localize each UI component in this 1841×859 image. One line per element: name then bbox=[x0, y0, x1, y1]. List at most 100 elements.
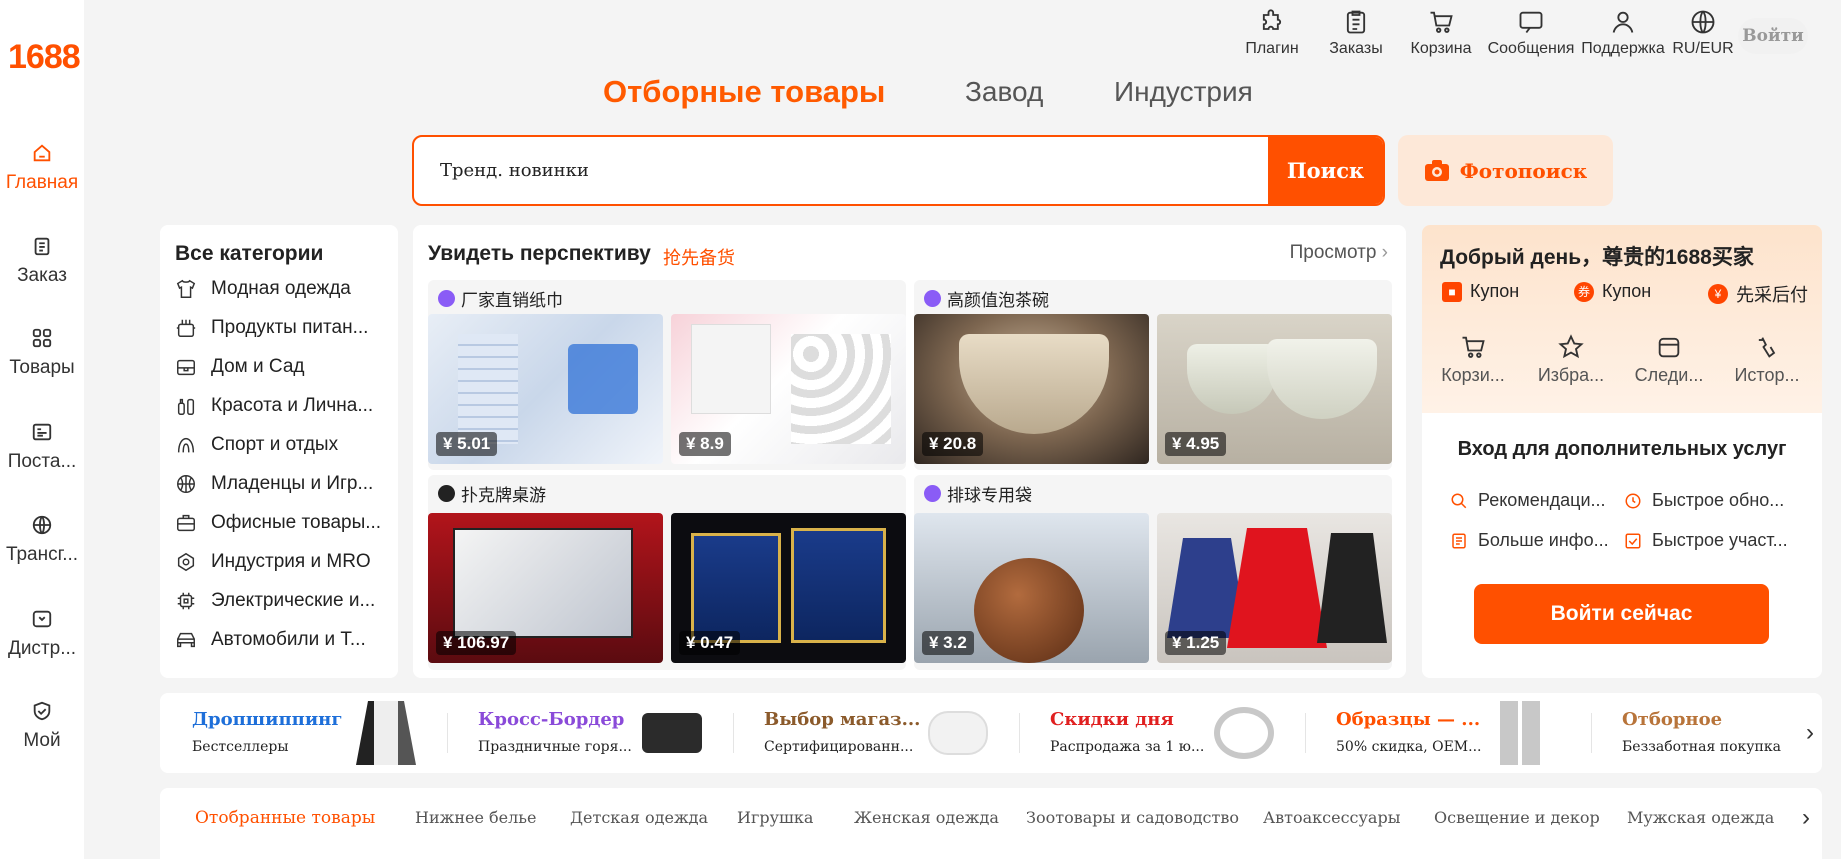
promo-image bbox=[642, 713, 702, 753]
topbar-plugin[interactable]: Плагин bbox=[1238, 8, 1306, 58]
category-tab[interactable]: Игрушка bbox=[737, 808, 813, 827]
logo-1688[interactable]: 1688 bbox=[8, 38, 81, 77]
star-icon bbox=[1558, 334, 1584, 359]
brand-badge-icon bbox=[438, 485, 455, 502]
checkbox-icon bbox=[1625, 533, 1641, 548]
category-tab[interactable]: Женская одежда bbox=[854, 808, 999, 827]
sidebar-item-products[interactable]: Товары bbox=[0, 327, 84, 379]
product-price: ¥ 5.01 bbox=[436, 432, 498, 456]
category-tab[interactable]: Детская одежда bbox=[570, 808, 708, 827]
product-card[interactable]: ¥ 106.97 bbox=[428, 513, 663, 663]
coupon-icon: ■ bbox=[1442, 281, 1462, 302]
service-item[interactable]: Быстрое обно... bbox=[1624, 490, 1784, 511]
login-now-button[interactable]: Войти сейчас bbox=[1474, 584, 1769, 644]
sidebar-item-distribution[interactable]: Дистр... bbox=[0, 608, 84, 660]
promo-crossborder[interactable]: Кросс-Бордер Праздничные горя... bbox=[446, 693, 732, 773]
category-tab[interactable]: Мужская одежда bbox=[1627, 808, 1774, 827]
sidebar-item-order[interactable]: Заказ bbox=[0, 235, 84, 287]
chip-icon bbox=[177, 592, 195, 610]
product-card[interactable]: ¥ 8.9 bbox=[671, 314, 906, 464]
home-garden-icon bbox=[177, 359, 195, 376]
product-card[interactable]: ¥ 20.8 bbox=[914, 314, 1149, 464]
product-price: ¥ 0.47 bbox=[679, 631, 741, 655]
category-item[interactable]: Дом и Сад bbox=[175, 356, 304, 378]
sidebar-item-crossborder[interactable]: Трансг... bbox=[0, 514, 84, 566]
search-button[interactable]: Поиск bbox=[1268, 137, 1383, 204]
globe-icon bbox=[32, 515, 52, 535]
product-image bbox=[453, 528, 633, 638]
sport-icon bbox=[177, 437, 195, 453]
chevron-right-icon[interactable]: › bbox=[1806, 719, 1814, 747]
promo-samples[interactable]: Образцы — ... 50% скидка, OEM... bbox=[1304, 693, 1590, 773]
supplier-icon bbox=[32, 423, 52, 441]
product-price: ¥ 1.25 bbox=[1165, 631, 1227, 655]
promo-daily-deals[interactable]: Скидки дня Распродажа за 1 ю... bbox=[1018, 693, 1304, 773]
promo-selected[interactable]: Отборное Беззаботная покупка bbox=[1590, 693, 1822, 773]
tab-selected-goods[interactable]: Отборные товары bbox=[603, 74, 885, 110]
product-price: ¥ 106.97 bbox=[436, 631, 517, 655]
promo-image bbox=[928, 711, 988, 755]
promo-dropshipping[interactable]: Дропшиппинг Бестселлеры bbox=[160, 693, 446, 773]
service-item[interactable]: Быстрое участ... bbox=[1624, 530, 1788, 551]
distribution-icon bbox=[32, 610, 52, 628]
coupon-link[interactable]: ■ Купон bbox=[1442, 281, 1519, 302]
category-item[interactable]: Младенцы и Игр... bbox=[175, 473, 373, 495]
topbar-currency[interactable]: RU/EUR bbox=[1672, 8, 1734, 58]
category-tab[interactable]: Освещение и декор bbox=[1434, 808, 1600, 827]
promo-image bbox=[1214, 707, 1274, 759]
promo-strip: Дропшиппинг Бестселлеры Кросс-Бордер Пра… bbox=[160, 693, 1822, 773]
product-price: ¥ 20.8 bbox=[922, 432, 984, 456]
tab-industry[interactable]: Индустрия bbox=[1114, 76, 1253, 108]
search-input[interactable] bbox=[414, 137, 1270, 204]
category-tab[interactable]: Зоотовары и садоводство bbox=[1026, 808, 1239, 827]
quick-favorites[interactable]: Избра... bbox=[1526, 333, 1616, 386]
message-icon bbox=[1519, 11, 1543, 34]
photo-search-button[interactable]: Фотопоиск bbox=[1398, 135, 1613, 206]
quick-follow[interactable]: Следи... bbox=[1624, 333, 1714, 386]
search-box: Поиск bbox=[412, 135, 1385, 206]
promo-store-choice[interactable]: Выбор магаз... Сертифицированн... bbox=[732, 693, 1018, 773]
category-tab[interactable]: Отобранные товары bbox=[195, 808, 375, 828]
sidebar-item-home[interactable]: Главная bbox=[0, 142, 84, 194]
perspective-title: Увидеть перспективу bbox=[428, 242, 651, 265]
sidebar-item-suppliers[interactable]: Поста... bbox=[0, 421, 84, 473]
product-card[interactable]: ¥ 3.2 bbox=[914, 513, 1149, 663]
quick-cart[interactable]: Корзи... bbox=[1428, 333, 1518, 386]
topbar-orders[interactable]: Заказы bbox=[1322, 8, 1390, 58]
product-card[interactable]: ¥ 0.47 bbox=[671, 513, 906, 663]
service-item[interactable]: Больше инфо... bbox=[1450, 530, 1609, 551]
document-icon bbox=[1452, 533, 1466, 548]
service-item[interactable]: Рекомендаци... bbox=[1450, 490, 1606, 511]
quick-history[interactable]: Истор... bbox=[1722, 333, 1812, 386]
category-tab[interactable]: Автоаксессуары bbox=[1263, 808, 1400, 827]
topbar-support[interactable]: Поддержка bbox=[1578, 8, 1668, 58]
category-item[interactable]: Спорт и отдых bbox=[175, 434, 338, 456]
globe-icon bbox=[1691, 10, 1715, 34]
puzzle-icon bbox=[1262, 9, 1282, 30]
category-item[interactable]: Индустрия и MRO bbox=[175, 551, 371, 573]
topbar-cart[interactable]: Корзина bbox=[1405, 8, 1477, 58]
chevron-right-icon[interactable]: › bbox=[1802, 804, 1810, 832]
category-item[interactable]: Красота и Лична... bbox=[175, 395, 373, 417]
cart-icon bbox=[1430, 11, 1453, 33]
coupon-icon: 券 bbox=[1574, 281, 1594, 302]
tab-factory[interactable]: Завод bbox=[965, 76, 1043, 108]
category-item[interactable]: Офисные товары... bbox=[175, 512, 381, 534]
category-item[interactable]: Автомобили и Т... bbox=[175, 629, 366, 651]
view-more-link[interactable]: Просмотр › bbox=[1290, 242, 1388, 264]
login-button[interactable]: Войти bbox=[1738, 18, 1808, 54]
coupon-link[interactable]: 券 Купон bbox=[1574, 281, 1651, 302]
category-item[interactable]: Продукты питан... bbox=[175, 317, 368, 339]
product-card[interactable]: ¥ 4.95 bbox=[1157, 314, 1392, 464]
topbar-messages[interactable]: Сообщения bbox=[1485, 8, 1577, 58]
pay-later-link[interactable]: ¥ 先采后付 bbox=[1708, 281, 1808, 307]
product-group: 高颜值泡茶碗 ¥ 20.8 ¥ 4.95 bbox=[914, 280, 1392, 470]
product-image bbox=[691, 324, 771, 414]
category-item[interactable]: Модная одежда bbox=[175, 278, 351, 300]
product-card[interactable]: ¥ 5.01 bbox=[428, 314, 663, 464]
category-item[interactable]: Электрические и... bbox=[175, 590, 375, 612]
product-card[interactable]: ¥ 1.25 bbox=[1157, 513, 1392, 663]
sidebar-item-my[interactable]: Мой bbox=[0, 700, 84, 752]
category-tab[interactable]: Нижнее белье bbox=[415, 808, 536, 827]
promo-image bbox=[356, 701, 416, 765]
